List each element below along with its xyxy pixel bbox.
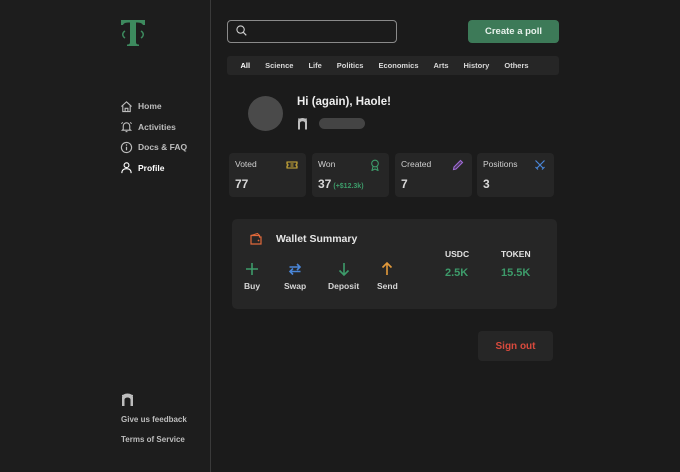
balance-label-usdc: USDC xyxy=(445,249,470,259)
sidebar-item-label: Docs & FAQ xyxy=(138,142,188,152)
plus-icon xyxy=(244,261,260,277)
wallet-icon xyxy=(249,232,263,246)
stat-value: 3 xyxy=(483,177,490,191)
sidebar-item-activities[interactable]: Activities xyxy=(119,117,187,137)
sidebar-item-profile[interactable]: Profile xyxy=(119,158,187,178)
action-label: Swap xyxy=(284,281,307,291)
stat-card-positions[interactable]: Positions 3 xyxy=(477,153,554,197)
stat-card-created[interactable]: Created 7 xyxy=(395,153,472,197)
action-label: Buy xyxy=(244,281,261,291)
buy-button[interactable]: Buy xyxy=(244,261,260,291)
send-button[interactable]: Send xyxy=(377,261,398,291)
ticket-icon xyxy=(286,158,298,170)
swords-icon xyxy=(534,158,546,170)
logo-icon[interactable] xyxy=(119,17,147,47)
category-all[interactable]: All xyxy=(233,61,258,70)
sign-out-button[interactable]: Sign out xyxy=(478,331,553,361)
info-icon xyxy=(119,140,133,154)
category-arts[interactable]: Arts xyxy=(426,61,456,70)
balance-value-token: 15.5K xyxy=(501,267,531,279)
home-icon xyxy=(119,99,133,113)
arch-icon xyxy=(297,117,308,130)
category-politics[interactable]: Politics xyxy=(329,61,371,70)
search-box[interactable] xyxy=(227,20,397,43)
action-label: Deposit xyxy=(328,281,360,291)
balance-label-token: TOKEN xyxy=(501,249,531,259)
sidebar-item-label: Home xyxy=(138,101,162,111)
search-input[interactable] xyxy=(253,26,383,37)
sidebar-nav: Home Activities Docs & FAQ Profile xyxy=(119,96,187,178)
avatar[interactable] xyxy=(248,96,283,131)
category-bar: All Science Life Politics Economics Arts… xyxy=(227,56,559,75)
terms-link[interactable]: Terms of Service xyxy=(121,435,187,444)
user-icon xyxy=(119,161,133,175)
bell-icon xyxy=(119,120,133,134)
sidebar-item-label: Profile xyxy=(138,162,165,173)
award-icon xyxy=(369,158,381,172)
stat-card-voted[interactable]: Voted 77 xyxy=(229,153,306,197)
sidebar-item-docs[interactable]: Docs & FAQ xyxy=(119,137,187,157)
arch-icon xyxy=(121,393,134,407)
feedback-link[interactable]: Give us feedback xyxy=(121,415,187,424)
sidebar-item-home[interactable]: Home xyxy=(119,96,187,116)
wallet-summary-card: Wallet Summary Buy Swap Deposit Send USD… xyxy=(232,219,557,309)
stat-value: 77 xyxy=(235,177,249,191)
action-label: Send xyxy=(377,281,398,291)
greeting-title: Hi (again), Haole! xyxy=(297,96,391,108)
category-economics[interactable]: Economics xyxy=(371,61,426,70)
search-icon xyxy=(236,23,247,41)
category-science[interactable]: Science xyxy=(258,61,301,70)
sidebar-footer: Give us feedback Terms of Service xyxy=(121,393,187,455)
stat-card-won[interactable]: Won 37 (+$12.3k) xyxy=(312,153,389,197)
pencil-icon xyxy=(452,158,464,171)
sidebar-item-label: Activities xyxy=(138,121,176,132)
arrow-up-icon xyxy=(379,261,395,277)
wallet-title: Wallet Summary xyxy=(276,233,358,245)
category-others[interactable]: Others xyxy=(497,61,536,70)
balance-value-usdc: 2.5K xyxy=(445,267,469,279)
stat-value: 37 (+$12.3k) xyxy=(318,177,364,191)
wallet-address-placeholder[interactable] xyxy=(319,118,365,129)
deposit-button[interactable]: Deposit xyxy=(328,261,359,291)
stat-value: 7 xyxy=(401,177,408,191)
sidebar: Home Activities Docs & FAQ Profile Give … xyxy=(0,0,211,472)
arrow-down-icon xyxy=(336,261,352,277)
category-history[interactable]: History xyxy=(456,61,497,70)
create-poll-button[interactable]: Create a poll xyxy=(468,20,559,43)
swap-icon xyxy=(287,261,303,277)
swap-button[interactable]: Swap xyxy=(284,261,306,291)
category-life[interactable]: Life xyxy=(301,61,329,70)
stat-sub: (+$12.3k) xyxy=(333,183,364,190)
